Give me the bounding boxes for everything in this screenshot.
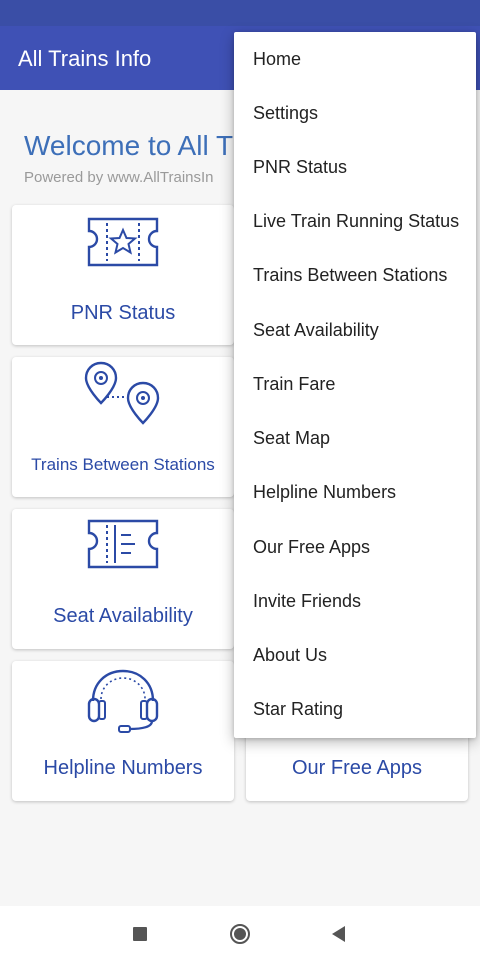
menu-item-seat-map[interactable]: Seat Map <box>234 411 476 465</box>
card-label: Seat Availability <box>53 605 193 627</box>
status-bar <box>0 0 480 26</box>
menu-item-trains-between-stations[interactable]: Trains Between Stations <box>234 248 476 302</box>
home-icon[interactable] <box>229 923 251 945</box>
menu-item-train-fare[interactable]: Train Fare <box>234 357 476 411</box>
welcome-heading: Welcome to All T <box>24 130 234 161</box>
card-seat-availability[interactable]: Seat Availability <box>12 509 234 649</box>
card-label: Our Free Apps <box>291 757 423 779</box>
app-title: All Trains Info <box>18 46 152 71</box>
ticket-star-icon <box>87 217 159 267</box>
menu-item-invite-friends[interactable]: Invite Friends <box>234 574 476 628</box>
menu-item-our-free-apps[interactable]: Our Free Apps <box>234 520 476 574</box>
menu-item-live-train-running-status[interactable]: Live Train Running Status <box>234 194 476 248</box>
overflow-menu: Home Settings PNR Status Live Train Runn… <box>234 32 476 738</box>
card-helpline-numbers[interactable]: Helpline Numbers <box>12 661 234 801</box>
headset-icon <box>87 669 159 733</box>
back-icon[interactable] <box>330 925 346 943</box>
menu-item-seat-availability[interactable]: Seat Availability <box>234 303 476 357</box>
card-label: Trains Between Stations <box>31 455 215 474</box>
menu-item-home[interactable]: Home <box>234 32 476 86</box>
menu-item-helpline-numbers[interactable]: Helpline Numbers <box>234 465 476 519</box>
menu-item-star-rating[interactable]: Star Rating <box>234 682 476 736</box>
menu-item-pnr-status[interactable]: PNR Status <box>234 140 476 194</box>
ticket-seat-icon <box>87 519 159 569</box>
card-label: Helpline Numbers <box>43 757 203 779</box>
menu-item-settings[interactable]: Settings <box>234 86 476 140</box>
recent-apps-icon[interactable] <box>132 926 148 942</box>
card-pnr-status[interactable]: PNR Status <box>12 205 234 345</box>
card-label: PNR Status <box>70 302 176 324</box>
card-trains-between-stations[interactable]: Trains Between Stations <box>12 357 234 497</box>
route-pins-icon <box>84 361 160 425</box>
navigation-bar <box>0 906 480 960</box>
menu-item-about-us[interactable]: About Us <box>234 628 476 682</box>
powered-by-text: Powered by www.AllTrainsIn <box>24 169 214 186</box>
